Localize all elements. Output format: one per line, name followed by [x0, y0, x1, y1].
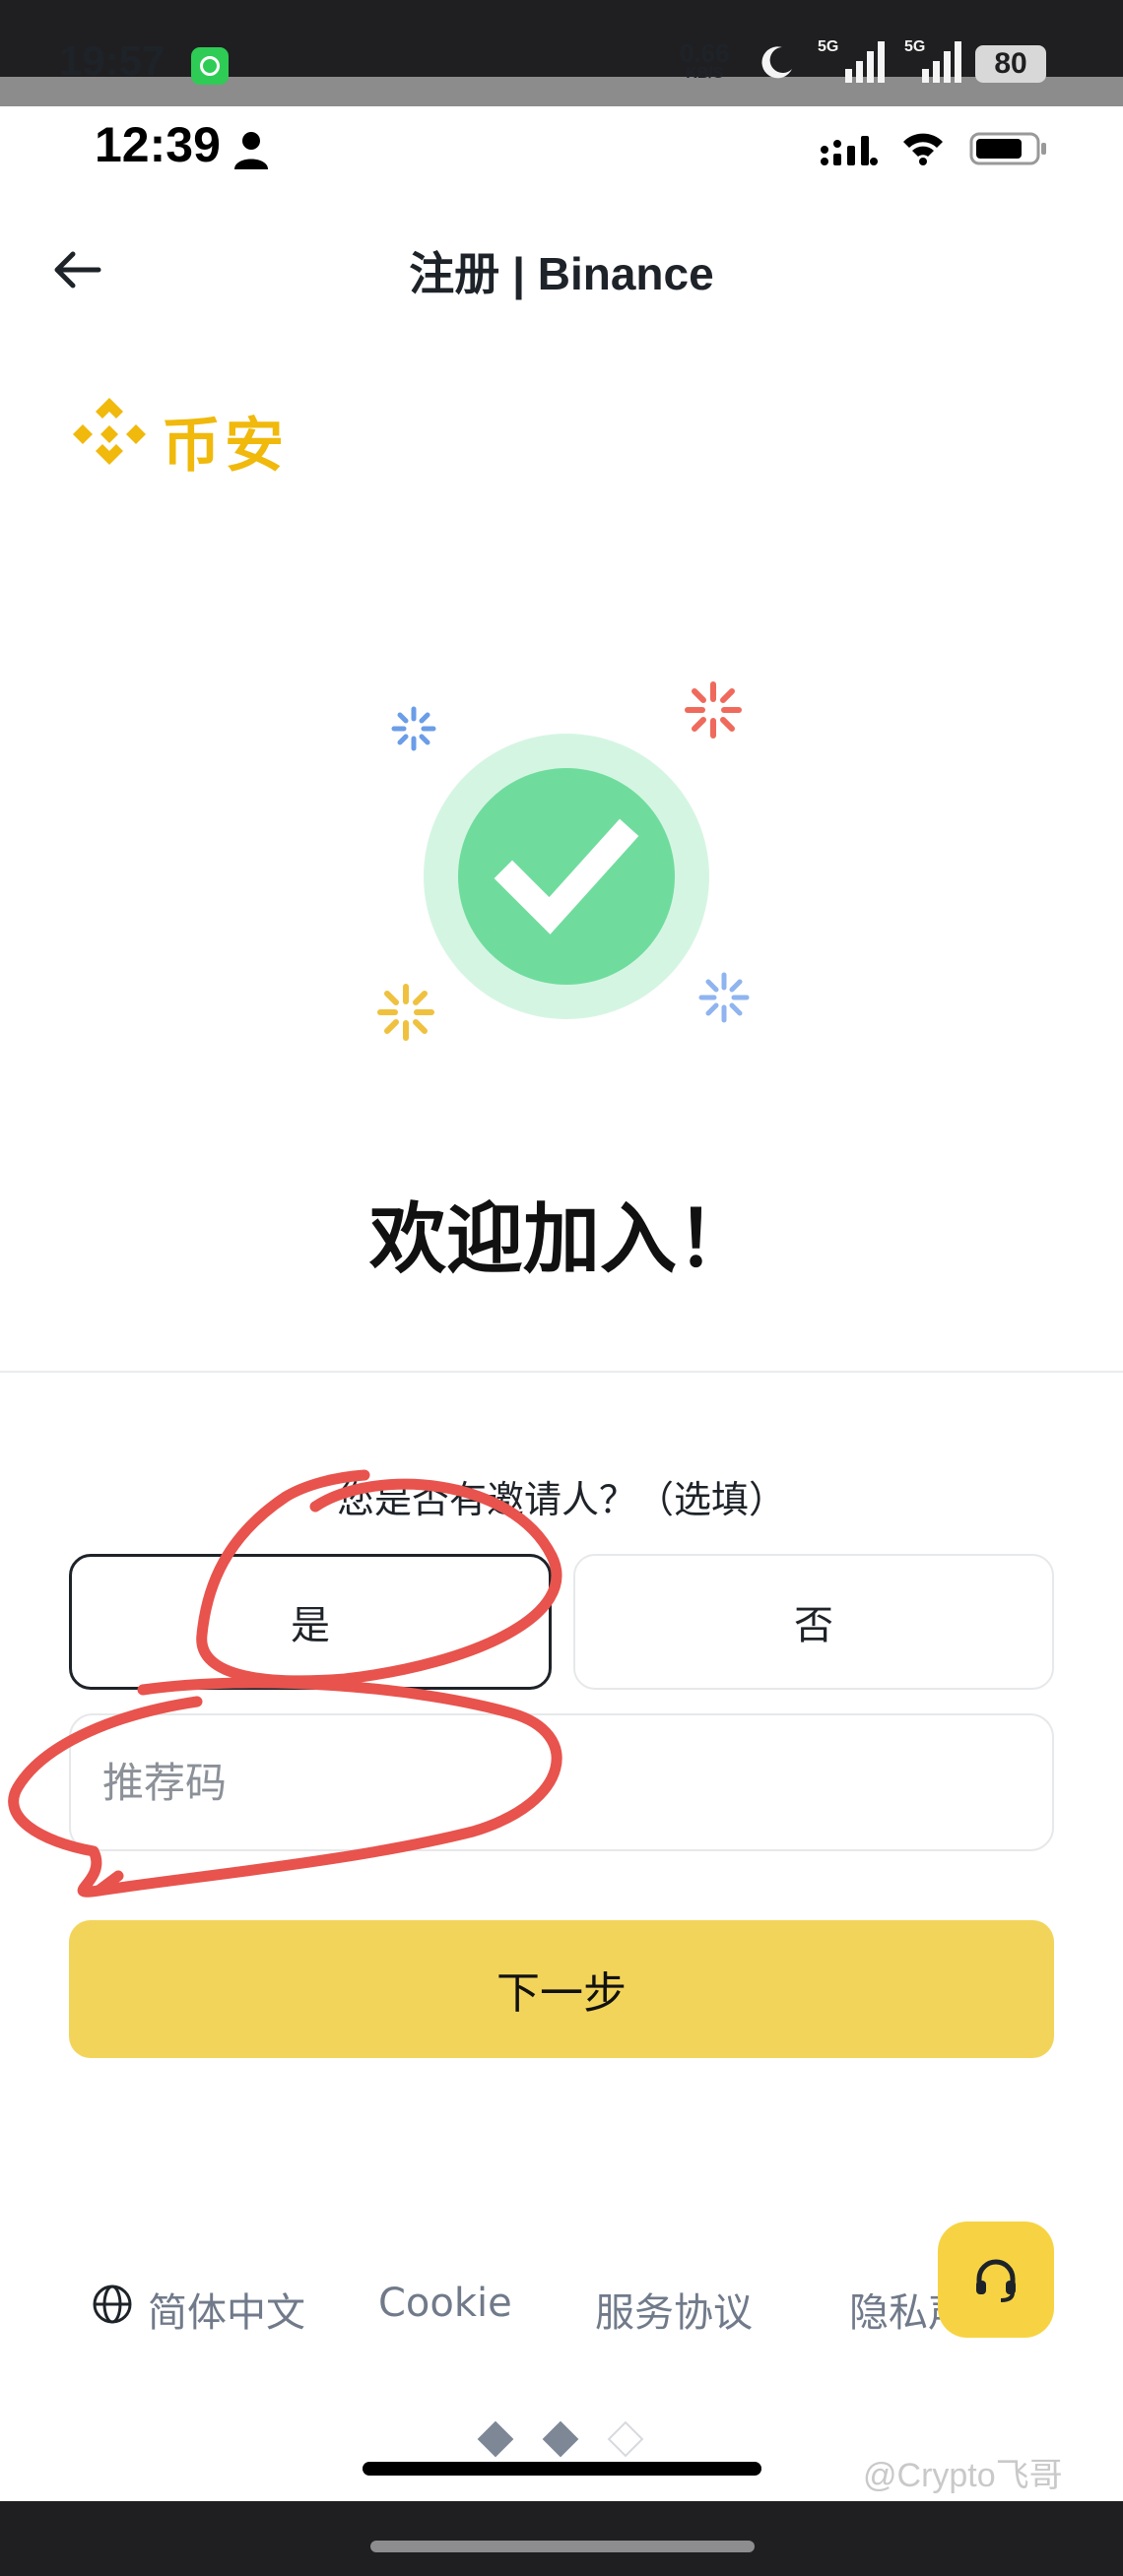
network-label-1: 5G: [818, 38, 838, 55]
red-annotation-scribble: [8, 1469, 562, 1898]
network-speed: 0.66 KB/S: [680, 38, 730, 83]
person-icon: [234, 132, 268, 169]
next-step-button[interactable]: 下一步: [69, 1920, 1054, 2058]
app-status-clock: 12:39: [95, 117, 221, 172]
sparkle-red-icon: [685, 681, 742, 739]
success-check-icon: [377, 681, 750, 1041]
section-divider: [0, 1371, 1123, 1373]
network-label-2: 5G: [904, 38, 925, 55]
language-selector-link[interactable]: 简体中文: [148, 2281, 305, 2338]
page-dot-active: [607, 2420, 644, 2458]
referral-yes-button[interactable]: 是: [69, 1554, 552, 1690]
network-speed-unit: KB/S: [686, 65, 724, 82]
sparkle-yellow-icon: [377, 984, 434, 1041]
sparkle-lightblue-icon: [698, 972, 750, 1023]
cookie-link[interactable]: Cookie: [378, 2281, 512, 2326]
page-dot: [477, 2420, 514, 2458]
system-navigation-bar: [0, 2501, 1123, 2576]
upload-notification-icon: [191, 47, 229, 85]
globe-icon[interactable]: [91, 2283, 134, 2326]
headset-icon: [976, 2259, 1016, 2302]
referral-no-button[interactable]: 否: [573, 1554, 1054, 1690]
referral-code-input[interactable]: [69, 1713, 1054, 1851]
customer-support-button[interactable]: [938, 2222, 1054, 2338]
system-battery-indicator: 80: [975, 45, 1046, 83]
referral-question: 您是否有邀请人？（选填）: [336, 1478, 786, 1521]
wifi-icon: [903, 133, 943, 165]
terms-of-service-link[interactable]: 服务协议: [595, 2281, 753, 2338]
page-dot: [542, 2420, 579, 2458]
logo-text: 币安: [162, 412, 288, 481]
sparkle-blue-icon: [391, 706, 436, 751]
cellular-signal-icon: [821, 136, 878, 165]
binance-logo-icon: [73, 398, 146, 465]
cellular-5g-signal-icon-2: 5G: [904, 38, 961, 83]
page-title: 注册 | Binance: [409, 248, 714, 299]
system-gesture-handle[interactable]: [370, 2541, 755, 2552]
system-clock: 19:57: [59, 37, 165, 84]
network-speed-value: 0.66: [680, 38, 730, 68]
do-not-disturb-moon-icon: [761, 46, 792, 79]
home-indicator: [363, 2462, 761, 2476]
watermark: @Crypto飞哥: [863, 2457, 1063, 2494]
cellular-5g-signal-icon: 5G: [818, 38, 885, 83]
battery-icon: [969, 132, 1046, 165]
page-indicator: [473, 2420, 660, 2464]
welcome-heading: 欢迎加入！: [368, 1195, 754, 1284]
